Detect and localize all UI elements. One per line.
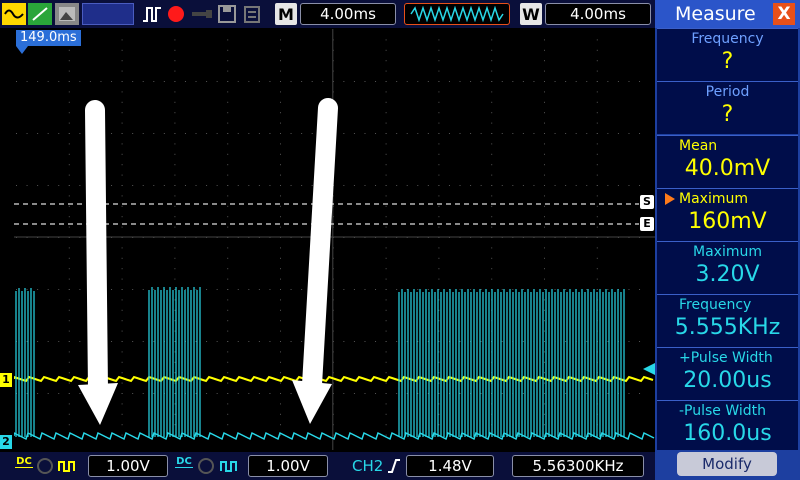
window-timebase-value[interactable]: 4.00ms [545,3,651,25]
ch1-coupling-icon[interactable]: DC [15,457,33,468]
cursor-e-marker[interactable]: E [640,217,654,231]
measure-value: 40.0mV [684,156,771,181]
ch2-scale[interactable]: 1.00V [248,455,328,477]
probe-icon[interactable] [190,3,214,25]
save-icon[interactable] [217,3,237,25]
ch1-coupling: DC [16,456,32,467]
waveform-traces [14,287,655,441]
run-stop-icon[interactable] [165,3,187,25]
ch1-scale[interactable]: 1.00V [88,455,168,477]
main-timebase-label: M [275,3,297,25]
measure-item[interactable]: Maximum 3.20V [657,241,798,294]
measure-item[interactable]: Frequency 5.555KHz [657,294,798,347]
measure-item[interactable]: Period? [657,81,798,134]
cursor-s-marker[interactable]: S [640,195,654,209]
measure-label: Maximum [679,191,748,207]
ch1-probe-icon[interactable] [58,459,78,473]
trigger-level-icon[interactable] [643,363,655,375]
measure-value: 160.0us [683,421,772,446]
ch2-bandwidth-icon[interactable] [198,458,214,474]
trigger-level[interactable]: 1.48V [406,455,494,477]
waveform-mode-icon[interactable] [2,3,26,25]
modify-button[interactable]: Modify [677,452,777,476]
measure-value: 160mV [688,209,767,234]
ch1-bandwidth-icon[interactable] [37,458,53,474]
measure-value: 20.00us [683,368,772,393]
measure-value: 5.555KHz [674,315,781,340]
measure-item[interactable]: Mean 40.0mV [657,135,798,188]
measure-panel: Measure X Frequency? Period? Mean 40.0mV Max… [655,0,800,480]
pulse-trigger-icon[interactable] [141,3,163,25]
measure-label: Frequency [691,31,764,47]
frequency-counter: 5.56300KHz [512,455,644,477]
ch2-coupling: DC [176,456,192,467]
selected-arrow-icon [665,193,675,205]
measure-item[interactable]: Maximum 160mV [657,188,798,241]
waveform-display[interactable]: 149.0ms S E [14,29,655,450]
window-timebase-label: W [520,3,542,25]
main-timebase-value[interactable]: 4.00ms [300,3,396,25]
trigger-position-label: 149.0ms [16,30,81,46]
measure-item[interactable]: Frequency? [657,28,798,81]
ch2-probe-icon[interactable] [220,459,240,473]
line-mode-icon[interactable] [28,3,52,25]
trigger-position-icon [16,46,28,54]
measure-value: 3.20V [695,262,760,287]
ch1-marker[interactable]: 1 [0,373,12,387]
status-bar: DC 1.00V DC 1.00V CH2 1.48V 5.56300KHz [0,452,655,480]
ch1-trace [14,375,654,383]
measure-label: Maximum [693,244,762,260]
rising-edge-icon[interactable] [387,458,401,474]
measure-value: ? [721,102,734,127]
measure-label: +Pulse Width [679,350,773,366]
measure-label: -Pulse Width [679,403,767,419]
trigger-source[interactable]: CH2 [352,457,383,475]
storage-icon[interactable] [241,3,263,25]
ch2-marker[interactable]: 2 [0,435,12,449]
ch2-coupling-icon[interactable]: DC [175,457,193,468]
close-icon[interactable]: X [773,3,795,25]
top-toolbar: M 4.00ms W 4.00ms [0,0,655,28]
measure-label: Period [705,84,750,100]
waveform-overview[interactable] [404,3,510,25]
measure-value: ? [721,49,734,74]
channel-selector[interactable] [82,3,134,25]
measure-title-text: Measure [675,3,756,25]
measure-item[interactable]: -Pulse Width 160.0us [657,400,798,450]
measure-label: Mean [679,138,718,154]
measure-label: Frequency [679,297,752,313]
measure-item[interactable]: +Pulse Width 20.00us [657,347,798,400]
image-mode-icon[interactable] [55,3,79,25]
